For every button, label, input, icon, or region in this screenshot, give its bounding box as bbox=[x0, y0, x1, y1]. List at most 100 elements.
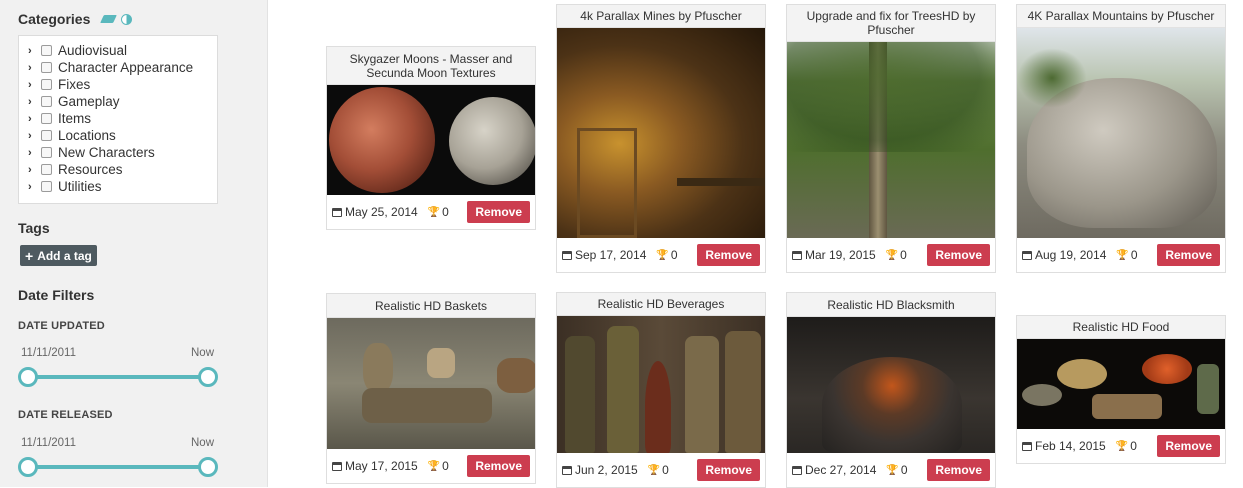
chevron-right-icon[interactable]: › bbox=[28, 62, 38, 74]
category-item[interactable]: › Resources bbox=[19, 161, 217, 178]
category-label: New Characters bbox=[58, 145, 155, 160]
category-item[interactable]: › Fixes bbox=[19, 76, 217, 93]
trophy-icon: 🏆 bbox=[1116, 249, 1129, 261]
category-item[interactable]: › Audiovisual bbox=[19, 42, 217, 59]
mod-thumbnail[interactable] bbox=[327, 318, 535, 449]
endorsement-count: 0 bbox=[1130, 439, 1137, 453]
remove-button[interactable]: Remove bbox=[697, 459, 760, 481]
add-tag-button[interactable]: + Add a tag bbox=[20, 245, 97, 266]
mod-title[interactable]: 4k Parallax Mines by Pfuscher bbox=[557, 5, 765, 28]
category-checkbox[interactable] bbox=[41, 130, 52, 141]
filter-sidebar: Categories › Audiovisual › Character Appea… bbox=[0, 0, 268, 487]
mod-card[interactable]: 4k Parallax Mines by Pfuscher Sep 17, 20… bbox=[556, 4, 766, 273]
date-updated-min-handle[interactable] bbox=[18, 367, 38, 387]
category-checkbox[interactable] bbox=[41, 113, 52, 124]
category-checkbox[interactable] bbox=[41, 96, 52, 107]
category-label: Gameplay bbox=[58, 94, 120, 109]
calendar-icon bbox=[332, 461, 342, 471]
mod-title[interactable]: Skygazer Moons - Masser and Secunda Moon… bbox=[327, 47, 535, 85]
chevron-right-icon[interactable]: › bbox=[28, 164, 38, 176]
category-item[interactable]: › Character Appearance bbox=[19, 59, 217, 76]
date-updated-label: DATE UPDATED bbox=[18, 320, 105, 332]
mod-thumbnail[interactable] bbox=[327, 85, 535, 195]
mod-card[interactable]: Skygazer Moons - Masser and Secunda Moon… bbox=[326, 46, 536, 230]
date-updated-max-handle[interactable] bbox=[198, 367, 218, 387]
category-checkbox[interactable] bbox=[41, 62, 52, 73]
trophy-icon: 🏆 bbox=[647, 464, 661, 476]
category-checkbox[interactable] bbox=[41, 164, 52, 175]
category-label: Items bbox=[58, 111, 92, 126]
remove-button[interactable]: Remove bbox=[1157, 244, 1220, 266]
mod-title[interactable]: Upgrade and fix for TreesHD by Pfuscher bbox=[787, 5, 995, 42]
category-label: Fixes bbox=[58, 77, 91, 92]
date-released-max-handle[interactable] bbox=[198, 457, 218, 477]
plus-icon: + bbox=[25, 247, 34, 264]
remove-button[interactable]: Remove bbox=[697, 244, 760, 266]
remove-button[interactable]: Remove bbox=[467, 455, 530, 477]
date-released-from: 11/11/2011 bbox=[21, 437, 76, 449]
category-checkbox[interactable] bbox=[41, 147, 52, 158]
mod-thumbnail[interactable] bbox=[1017, 28, 1225, 238]
mod-card[interactable]: Realistic HD Food Feb 14, 2015 🏆 0 Remov… bbox=[1016, 315, 1226, 464]
chevron-right-icon[interactable]: › bbox=[28, 113, 38, 125]
mod-footer: Mar 19, 2015 🏆 0 Remove bbox=[787, 238, 995, 272]
mod-card[interactable]: Realistic HD Beverages Jun 2, 2015 🏆 0 R… bbox=[556, 292, 766, 488]
chevron-right-icon[interactable]: › bbox=[28, 96, 38, 108]
trophy-icon: 🏆 bbox=[427, 460, 441, 472]
mod-title[interactable]: Realistic HD Baskets bbox=[327, 294, 535, 318]
mod-thumbnail[interactable] bbox=[557, 316, 765, 453]
mod-date: May 25, 2014 bbox=[345, 205, 418, 219]
endorsement-count: 0 bbox=[900, 248, 907, 262]
remove-button[interactable]: Remove bbox=[467, 201, 530, 223]
date-updated-slider-track[interactable] bbox=[28, 375, 208, 379]
eraser-icon[interactable] bbox=[100, 15, 118, 23]
mod-thumbnail[interactable] bbox=[787, 42, 995, 238]
category-checkbox[interactable] bbox=[41, 45, 52, 56]
remove-button[interactable]: Remove bbox=[927, 244, 990, 266]
chevron-right-icon[interactable]: › bbox=[28, 147, 38, 159]
trophy-icon: 🏆 bbox=[427, 206, 441, 218]
mod-title[interactable]: Realistic HD Food bbox=[1017, 316, 1225, 339]
date-released-min-handle[interactable] bbox=[18, 457, 38, 477]
endorsement-count: 0 bbox=[670, 248, 678, 262]
mod-title[interactable]: Realistic HD Beverages bbox=[557, 293, 765, 316]
category-item[interactable]: › Items bbox=[19, 110, 217, 127]
category-checkbox[interactable] bbox=[41, 79, 52, 90]
date-updated-from: 11/11/2011 bbox=[21, 347, 76, 359]
remove-button[interactable]: Remove bbox=[1157, 435, 1220, 457]
mod-footer: Jun 2, 2015 🏆 0 Remove bbox=[557, 453, 765, 487]
mod-footer: May 17, 2015 🏆 0 Remove bbox=[327, 449, 535, 483]
date-released-slider-track[interactable] bbox=[28, 465, 208, 469]
mod-footer: Dec 27, 2014 🏆 0 Remove bbox=[787, 453, 995, 487]
chevron-right-icon[interactable]: › bbox=[28, 45, 38, 57]
date-filters-title: Date Filters bbox=[18, 287, 95, 303]
mod-thumbnail[interactable] bbox=[557, 28, 765, 238]
mod-thumbnail[interactable] bbox=[1017, 339, 1225, 429]
mod-date: Sep 17, 2014 bbox=[575, 248, 647, 262]
category-item[interactable]: › Utilities bbox=[19, 178, 217, 195]
chevron-right-icon[interactable]: › bbox=[28, 79, 38, 91]
date-released-label: DATE RELEASED bbox=[18, 409, 113, 421]
category-label: Utilities bbox=[58, 179, 102, 194]
category-item[interactable]: › Gameplay bbox=[19, 93, 217, 110]
invert-selection-icon[interactable] bbox=[121, 13, 133, 25]
calendar-icon bbox=[562, 465, 572, 475]
date-released-to: Now bbox=[191, 437, 215, 449]
mod-footer: May 25, 2014 🏆 0 Remove bbox=[327, 195, 535, 229]
calendar-icon bbox=[1022, 441, 1032, 451]
mod-title[interactable]: Realistic HD Blacksmith bbox=[787, 293, 995, 317]
mod-card[interactable]: Upgrade and fix for TreesHD by Pfuscher … bbox=[786, 4, 996, 273]
mod-card[interactable]: Realistic HD Baskets May 17, 2015 🏆 0 Re… bbox=[326, 293, 536, 484]
mod-card[interactable]: 4K Parallax Mountains by Pfuscher Aug 19… bbox=[1016, 4, 1226, 273]
mod-thumbnail[interactable] bbox=[787, 317, 995, 453]
mod-title[interactable]: 4K Parallax Mountains by Pfuscher bbox=[1017, 5, 1225, 28]
chevron-right-icon[interactable]: › bbox=[28, 181, 38, 193]
category-label: Character Appearance bbox=[58, 60, 194, 75]
calendar-icon bbox=[332, 207, 342, 217]
category-item[interactable]: › Locations bbox=[19, 127, 217, 144]
mod-card[interactable]: Realistic HD Blacksmith Dec 27, 2014 🏆 0… bbox=[786, 292, 996, 488]
category-checkbox[interactable] bbox=[41, 181, 52, 192]
chevron-right-icon[interactable]: › bbox=[28, 130, 38, 142]
category-item[interactable]: › New Characters bbox=[19, 144, 217, 161]
remove-button[interactable]: Remove bbox=[927, 459, 990, 481]
